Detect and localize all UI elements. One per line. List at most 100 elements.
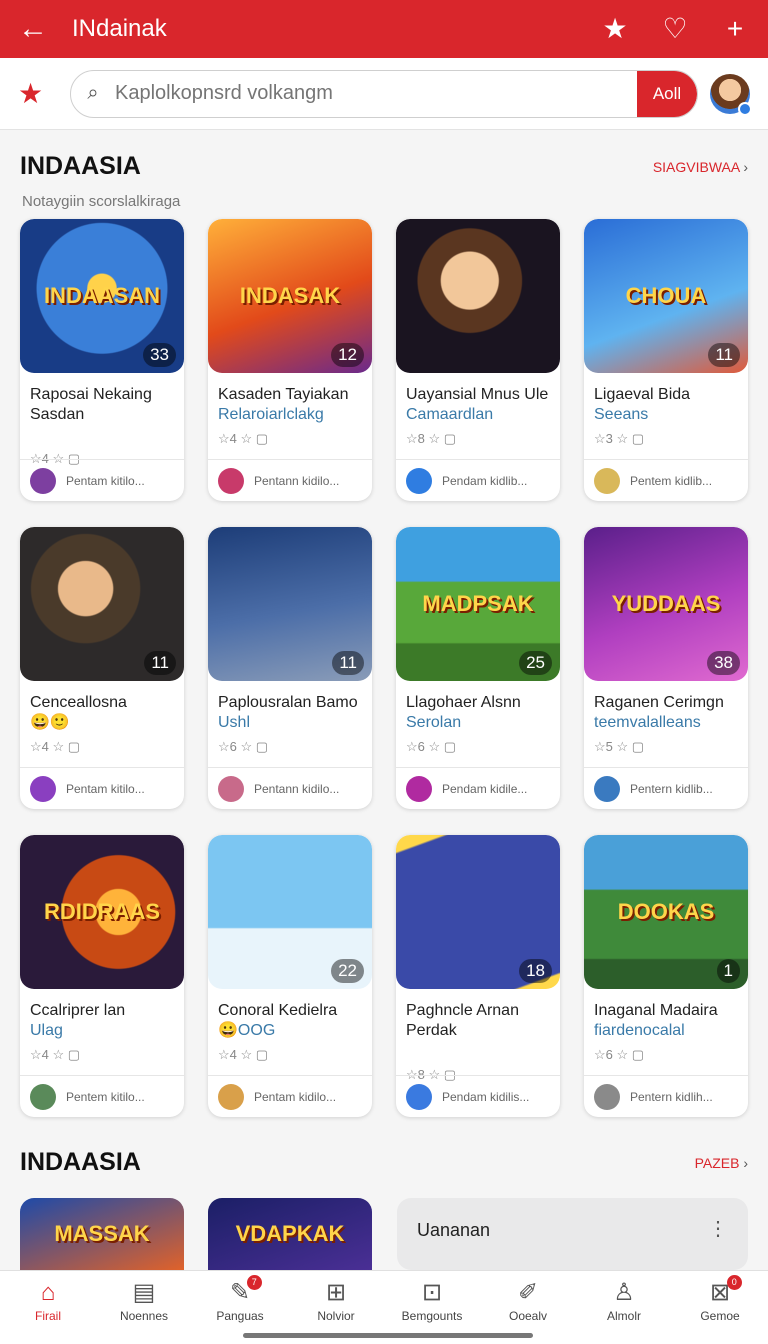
game-art-title: INDAASAN bbox=[43, 283, 161, 308]
section-subtitle: Notaygiin scorslalkiraga bbox=[22, 193, 181, 210]
rating-icons: ☆5 ☆ ▢ bbox=[594, 739, 645, 754]
publisher-avatar bbox=[218, 775, 244, 802]
publisher-label: Pentem kitilo... bbox=[66, 1089, 145, 1104]
game-subtitle: Relaroiarlclakg bbox=[218, 406, 324, 423]
game-card[interactable]: INDAASAN 33 Raposai Nekaing Sasdan ☆4 ☆ ▢ Pe… bbox=[20, 219, 184, 501]
game-card-partial[interactable]: MASSAK bbox=[20, 1198, 184, 1270]
game-thumbnail[interactable]: CHOUA 11 bbox=[584, 219, 748, 373]
game-thumbnail[interactable]: 11 bbox=[20, 527, 184, 681]
back-arrow-icon[interactable]: ← bbox=[18, 14, 58, 44]
search-button[interactable]: Aoll bbox=[637, 70, 697, 117]
game-title[interactable]: Ccalriprer lan bbox=[20, 989, 184, 1021]
favorite-star-icon[interactable]: ★ bbox=[18, 77, 70, 110]
game-title[interactable]: Paplousralan Bamo bbox=[208, 681, 372, 713]
game-card[interactable]: INDASAK 12 Kasaden Tayiakan Relaroiarlclakg… bbox=[208, 219, 372, 501]
game-subtitle: Ushl bbox=[218, 714, 251, 731]
game-card[interactable]: CHOUA 11 Ligaeval Bida Seeans ☆3 ☆ ▢ Pentem k… bbox=[584, 219, 748, 501]
publisher-label: Pentam kitilo... bbox=[66, 781, 145, 796]
card-footer[interactable]: Pentam kidilo... bbox=[208, 1075, 372, 1117]
card-footer[interactable]: Pentern kidlih... bbox=[584, 1075, 748, 1117]
nav-item-almolr[interactable]: ♙ Almolr bbox=[576, 1271, 672, 1344]
count-badge: 11 bbox=[332, 651, 364, 675]
game-thumbnail[interactable] bbox=[396, 219, 560, 373]
nav-label: Almolr bbox=[606, 1309, 641, 1323]
publisher-avatar bbox=[218, 467, 244, 494]
game-thumbnail[interactable]: 11 bbox=[208, 527, 372, 681]
game-thumbnail[interactable]: MADPSAK 25 bbox=[396, 527, 560, 681]
game-thumbnail[interactable]: 22 bbox=[208, 835, 372, 989]
publisher-label: Pentern kidlih... bbox=[630, 1089, 713, 1104]
count-badge: 11 bbox=[708, 343, 740, 367]
game-thumbnail[interactable]: DOOKAS 1 bbox=[584, 835, 748, 989]
user-avatar[interactable] bbox=[710, 73, 752, 116]
game-thumbnail[interactable]: 18 bbox=[396, 835, 560, 989]
widget-card[interactable]: Uananan ⋮ bbox=[397, 1198, 748, 1270]
game-card-partial[interactable]: VDAPKAK bbox=[208, 1198, 372, 1270]
plus-icon[interactable]: + bbox=[720, 15, 750, 43]
rating-icons: ☆8 ☆ ▢ bbox=[406, 431, 457, 446]
nav-item-gemoe[interactable]: ⊠ Gemoe 0 bbox=[672, 1271, 768, 1344]
game-subtitle: Ulag bbox=[30, 1022, 63, 1039]
game-card[interactable]: 18 Paghncle Arnan Perdak ☆8 ☆ ▢ Pendam kidi… bbox=[396, 835, 560, 1117]
rating-icons: ☆6 ☆ ▢ bbox=[594, 1047, 645, 1062]
top-app-bar: ← INdainak ★ ♡ + bbox=[0, 0, 768, 58]
card-footer[interactable]: Pentem kidlib... bbox=[584, 459, 748, 501]
game-thumbnail[interactable]: RDIDRAAS bbox=[20, 835, 184, 989]
game-card[interactable]: 22 Conoral Kedielra 😀OOG ☆4 ☆ ▢ Pentam kidil… bbox=[208, 835, 372, 1117]
see-all-link-2[interactable]: PAZEB › bbox=[695, 1155, 748, 1171]
publisher-avatar bbox=[30, 775, 56, 802]
game-title[interactable]: Cenceallosna bbox=[20, 681, 184, 713]
game-art-title: VDAPKAK bbox=[235, 1221, 345, 1246]
game-card[interactable]: Uayansial Mnus Ule Camaardlan ☆8 ☆ ▢ Pendam… bbox=[396, 219, 560, 501]
game-subtitle bbox=[396, 1041, 560, 1061]
game-card[interactable]: 11 Cenceallosna 😀🙂 ☆4 ☆ ▢ Pentam kitilo... bbox=[20, 527, 184, 809]
game-thumbnail[interactable]: YUDDAAS 38 bbox=[584, 527, 748, 681]
home-indicator bbox=[243, 1333, 533, 1338]
see-all-link[interactable]: SIAGVIBWAA › bbox=[653, 159, 748, 175]
card-footer[interactable]: Pentem kitilo... bbox=[20, 1075, 184, 1117]
game-title[interactable]: Uayansial Mnus Ule bbox=[396, 373, 560, 405]
search-box: ⌕ Aoll bbox=[70, 69, 698, 118]
game-thumbnail[interactable]: INDASAK 12 bbox=[208, 219, 372, 373]
game-title[interactable]: Inaganal Madaira bbox=[584, 989, 748, 1021]
game-card[interactable]: MADPSAK 25 Llagohaer Alsnn Serolan ☆6 ☆ ▢ Pen… bbox=[396, 527, 560, 809]
game-title[interactable]: Paghncle Arnan Perdak bbox=[396, 989, 560, 1041]
more-vert-icon[interactable]: ⋮ bbox=[708, 1219, 728, 1248]
card-footer[interactable]: Pentam kitilo... bbox=[20, 459, 184, 501]
section-title: INDAASIA bbox=[20, 152, 141, 180]
nav-label: Noennes bbox=[119, 1309, 169, 1323]
game-title[interactable]: Raposai Nekaing Sasdan bbox=[20, 373, 184, 425]
game-card[interactable]: YUDDAAS 38 Raganen Cerimgn teemvalalleans ☆5… bbox=[584, 527, 748, 809]
nav-label: Panguas bbox=[216, 1309, 264, 1323]
game-title[interactable]: Ligaeval Bida bbox=[584, 373, 748, 405]
game-art-title: INDASAK bbox=[239, 283, 341, 308]
game-card[interactable]: DOOKAS 1 Inaganal Madaira fiardenocalal ☆6 ☆… bbox=[584, 835, 748, 1117]
grid-icon: ⊞ bbox=[325, 1279, 347, 1306]
publisher-avatar bbox=[594, 467, 620, 494]
game-title[interactable]: Llagohaer Alsnn bbox=[396, 681, 560, 713]
card-footer[interactable]: Pendam kidlib... bbox=[396, 459, 560, 501]
card-footer[interactable]: Pendam kidilis... bbox=[396, 1075, 560, 1117]
card-footer[interactable]: Pendam kidile... bbox=[396, 767, 560, 809]
game-card[interactable]: 11 Paplousralan Bamo Ushl ☆6 ☆ ▢ Pentann kid… bbox=[208, 527, 372, 809]
game-card[interactable]: RDIDRAAS Ccalriprer lan Ulag ☆4 ☆ ▢ Pentem k… bbox=[20, 835, 184, 1117]
section-header: INDAASIA SIAGVIBWAA › bbox=[20, 152, 748, 181]
game-title[interactable]: Kasaden Tayiakan bbox=[208, 373, 372, 405]
rating-icons: ☆4 ☆ ▢ bbox=[30, 739, 81, 754]
publisher-avatar bbox=[30, 1083, 56, 1110]
game-thumbnail[interactable]: INDAASAN 33 bbox=[20, 219, 184, 373]
star-icon[interactable]: ★ bbox=[600, 15, 630, 43]
heart-icon[interactable]: ♡ bbox=[660, 15, 690, 43]
game-title[interactable]: Raganen Cerimgn bbox=[584, 681, 748, 713]
game-title[interactable]: Conoral Kedielra bbox=[208, 989, 372, 1021]
card-footer[interactable]: Pentann kidilo... bbox=[208, 459, 372, 501]
card-footer[interactable]: Pentam kitilo... bbox=[20, 767, 184, 809]
card-footer[interactable]: Pentern kidlib... bbox=[584, 767, 748, 809]
nav-item-noennes[interactable]: ▤ Noennes bbox=[96, 1271, 192, 1344]
card-footer[interactable]: Pentann kidilo... bbox=[208, 767, 372, 809]
search-input[interactable] bbox=[115, 82, 637, 105]
nav-item-firail[interactable]: ⌂ Firail bbox=[0, 1271, 96, 1344]
publisher-label: Pentem kidlib... bbox=[630, 473, 713, 488]
nav-label: Firail bbox=[35, 1309, 61, 1323]
game-subtitle: Seeans bbox=[594, 406, 649, 423]
